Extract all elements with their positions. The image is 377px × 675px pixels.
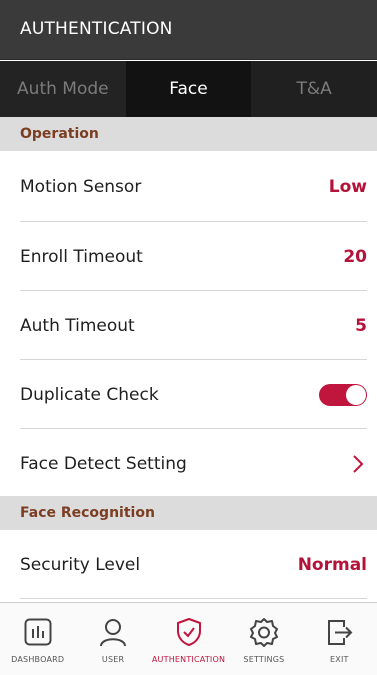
nav-settings-label: SETTINGS xyxy=(243,655,285,664)
nav-exit-label: EXIT xyxy=(330,655,349,664)
tab-auth-mode[interactable]: Auth Mode xyxy=(0,61,126,117)
auth-timeout-label: Auth Timeout xyxy=(20,315,135,336)
auth-timeout-value: 5 xyxy=(355,315,367,336)
section-header-face-recognition: Face Recognition xyxy=(0,496,377,530)
title-bar: AUTHENTICATION xyxy=(0,0,377,60)
duplicate-check-label: Duplicate Check xyxy=(20,384,159,405)
motion-sensor-row[interactable]: Motion Sensor Low xyxy=(0,152,377,221)
enroll-timeout-label: Enroll Timeout xyxy=(20,246,143,267)
tab-t-and-a[interactable]: T&A xyxy=(251,61,377,117)
nav-authentication[interactable]: AUTHENTICATION xyxy=(151,603,226,675)
gear-icon xyxy=(247,615,281,649)
nav-exit[interactable]: EXIT xyxy=(302,603,377,675)
tab-bar: Auth Mode Face T&A xyxy=(0,61,377,117)
nav-dashboard[interactable]: DASHBOARD xyxy=(0,603,75,675)
security-level-row[interactable]: Security Level Normal xyxy=(0,530,377,599)
security-level-label: Security Level xyxy=(20,554,141,575)
nav-settings[interactable]: SETTINGS xyxy=(226,603,301,675)
bottom-nav: DASHBOARD USER AUTHENTICATION SETTINGS E… xyxy=(0,602,377,675)
shield-check-icon xyxy=(172,615,206,649)
face-detect-setting-row[interactable]: Face Detect Setting xyxy=(0,429,377,498)
row-divider xyxy=(20,598,367,599)
enroll-timeout-row[interactable]: Enroll Timeout 20 xyxy=(0,222,377,291)
tab-face[interactable]: Face xyxy=(125,61,252,117)
enroll-timeout-value: 20 xyxy=(343,246,367,267)
auth-timeout-row[interactable]: Auth Timeout 5 xyxy=(0,291,377,360)
face-detect-setting-label: Face Detect Setting xyxy=(20,453,187,474)
motion-sensor-label: Motion Sensor xyxy=(20,176,142,197)
exit-icon xyxy=(322,615,356,649)
duplicate-check-toggle[interactable] xyxy=(319,383,367,406)
motion-sensor-value: Low xyxy=(328,176,367,197)
nav-dashboard-label: DASHBOARD xyxy=(11,655,65,664)
page-title: AUTHENTICATION xyxy=(20,19,173,39)
nav-authentication-label: AUTHENTICATION xyxy=(151,655,226,664)
nav-user[interactable]: USER xyxy=(75,603,150,675)
nav-user-label: USER xyxy=(101,655,125,664)
chevron-right-icon xyxy=(349,453,367,475)
dashboard-icon xyxy=(21,615,55,649)
user-icon xyxy=(96,615,130,649)
section-header-operation: Operation xyxy=(0,117,377,151)
duplicate-check-row: Duplicate Check xyxy=(0,360,377,429)
toggle-knob xyxy=(346,384,366,405)
security-level-value: Normal xyxy=(297,554,367,575)
